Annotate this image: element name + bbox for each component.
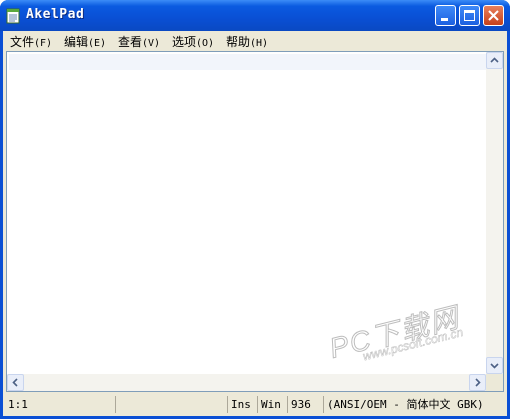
notepad-icon [6, 7, 20, 24]
current-line-highlight [9, 54, 486, 70]
app-window: AkelPad 文件(F) 编辑(E) 查看(V) 选项(O) 帮助(H) 1:… [0, 0, 510, 419]
menu-options-label: 选项 [172, 35, 197, 49]
menu-file-label: 文件 [10, 35, 35, 49]
scroll-right-button[interactable] [469, 374, 486, 391]
vertical-scrollbar[interactable] [486, 52, 503, 374]
maximize-button[interactable] [459, 5, 480, 26]
menu-options[interactable]: 选项(O) [172, 33, 214, 50]
arrow-right-icon [475, 378, 481, 387]
horizontal-scrollbar[interactable] [7, 374, 486, 391]
menu-file[interactable]: 文件(F) [10, 33, 52, 50]
arrow-up-icon [490, 57, 499, 63]
status-position: 1:1 [8, 398, 28, 411]
menu-view[interactable]: 查看(V) [118, 33, 160, 50]
status-insert-mode: Ins [227, 396, 257, 413]
scrollbar-corner [486, 374, 503, 391]
menu-edit-accel: (E) [88, 38, 107, 49]
menu-edit[interactable]: 编辑(E) [64, 33, 106, 50]
arrow-down-icon [490, 363, 499, 369]
scroll-left-button[interactable] [7, 374, 24, 391]
status-encoding: (ANSI/OEM - 简体中文 GBK) [323, 396, 507, 413]
menu-view-label: 查看 [118, 35, 143, 49]
menu-edit-label: 编辑 [64, 35, 89, 49]
status-codepage: 936 [287, 396, 323, 413]
menu-file-accel: (F) [34, 38, 53, 49]
menu-options-accel: (O) [196, 38, 215, 49]
scroll-down-button[interactable] [486, 357, 503, 374]
menu-help-label: 帮助 [226, 35, 251, 49]
text-editor[interactable] [6, 51, 504, 392]
status-newline: Win [257, 396, 287, 413]
menu-view-accel: (V) [142, 38, 161, 49]
close-icon [488, 10, 499, 21]
minimize-icon [441, 18, 448, 21]
status-empty [115, 396, 227, 413]
minimize-button[interactable] [435, 5, 456, 26]
menu-help-accel: (H) [250, 38, 269, 49]
arrow-left-icon [12, 378, 18, 387]
scroll-up-button[interactable] [486, 52, 503, 69]
maximize-icon [464, 10, 475, 21]
window-title: AkelPad [26, 7, 85, 22]
menu-help[interactable]: 帮助(H) [226, 33, 268, 50]
status-bar: 1:1 Ins Win 936 (ANSI/OEM - 简体中文 GBK) [3, 394, 507, 416]
close-button[interactable] [483, 5, 504, 26]
menu-bar: 文件(F) 编辑(E) 查看(V) 选项(O) 帮助(H) [3, 31, 507, 50]
title-bar[interactable]: AkelPad [0, 0, 510, 31]
